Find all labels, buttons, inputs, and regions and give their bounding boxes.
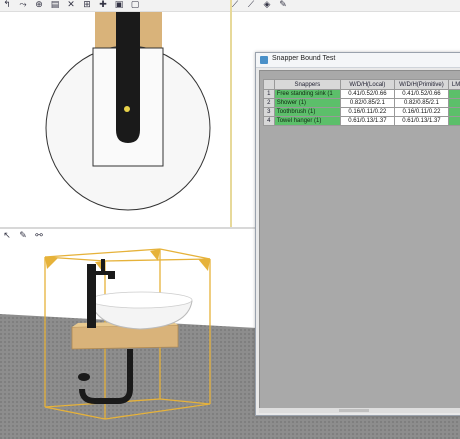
row-number[interactable]: 3 [263, 107, 275, 117]
top-toolbar-right: ⟋ ⟋ ◈ ✎ [228, 0, 460, 12]
bottom-toolbar: ↖ ✎ ⚯ [0, 231, 46, 242]
table-row[interactable]: 3 Toothbrush (1) 0.16/0.11/0.22 0.16/0.11/0… [263, 107, 460, 117]
info-icon[interactable]: ▢ [128, 0, 142, 11]
col-snappers[interactable]: Snappers [273, 79, 342, 90]
primitive-dims-cell[interactable]: 0.16/0.11/0.22 [393, 107, 450, 117]
dialog-title: Snapper Bound Test [272, 55, 336, 62]
lm-cell[interactable] [448, 98, 460, 108]
drain-cap [78, 373, 90, 381]
horizontal-scrollbar[interactable] [259, 408, 460, 413]
local-dims-cell[interactable]: 0.41/0.52/0.66 [340, 89, 395, 99]
lm-cell[interactable] [448, 116, 460, 126]
local-dims-cell[interactable]: 0.16/0.11/0.22 [340, 107, 395, 117]
snapper-name-cell[interactable]: Free standing sink (1 [273, 89, 342, 99]
snapper-name-cell[interactable]: Shower (1) [273, 98, 342, 108]
primitive-dims-cell[interactable]: 0.82/0.85/2.1 [393, 98, 450, 108]
undo-icon[interactable]: ▤ [48, 0, 62, 11]
row-number[interactable]: 2 [263, 98, 275, 108]
snap-icon[interactable]: ⊕ [32, 0, 46, 11]
table-body: 1 Free standing sink (1 0.41/0.52/0.66 0.41… [263, 89, 460, 126]
cursor-icon[interactable]: ↖ [0, 231, 14, 242]
faucet-handle [101, 259, 105, 273]
snapper-name-cell[interactable]: Towel hanger (1) [273, 116, 342, 126]
snapper-name-cell[interactable]: Toothbrush (1) [273, 107, 342, 117]
dialog-titlebar[interactable]: Snapper Bound Test [256, 53, 460, 68]
row-number[interactable]: 4 [263, 116, 275, 126]
lm-cell[interactable] [448, 89, 460, 99]
move-icon[interactable]: ↰ [0, 0, 14, 11]
link-icon[interactable]: ⤳ [16, 0, 30, 11]
add-icon[interactable]: ✚ [96, 0, 110, 11]
table-row[interactable]: 4 Towel hanger (1) 0.61/0.13/1.37 0.61/0.13… [263, 116, 460, 126]
dialog-grid-area[interactable]: Snappers W/D/H(Local) W/D/H(Primitive) L… [259, 70, 460, 410]
local-dims-cell[interactable]: 0.61/0.13/1.37 [340, 116, 395, 126]
grid-icon[interactable]: ⊞ [80, 0, 94, 11]
faucet-marker [124, 106, 130, 112]
primitive-dims-cell[interactable]: 0.61/0.13/1.37 [393, 116, 450, 126]
wood-shelf [71, 324, 179, 350]
viewport-border-line [230, 0, 232, 228]
basin-rim [89, 291, 193, 309]
tool-b-icon[interactable]: ⟋ [244, 0, 258, 11]
tool-c-icon[interactable]: ◈ [260, 0, 274, 11]
layer-icon[interactable]: ▣ [112, 0, 126, 11]
primitive-dims-cell[interactable]: 0.41/0.52/0.66 [393, 89, 450, 99]
scroll-thumb[interactable] [339, 409, 369, 412]
delete-icon[interactable]: ✕ [64, 0, 78, 11]
table-row[interactable]: 1 Free standing sink (1 0.41/0.52/0.66 0.41… [263, 89, 460, 99]
corner-header [263, 79, 275, 90]
col-lm[interactable]: LM [448, 79, 460, 90]
local-dims-cell[interactable]: 0.82/0.85/2.1 [340, 98, 395, 108]
faucet-top [116, 8, 140, 143]
lm-cell[interactable] [448, 107, 460, 117]
col-local[interactable]: W/D/H(Local) [340, 79, 395, 90]
row-number[interactable]: 1 [263, 89, 275, 99]
top-toolbar: ↰ ⤳ ⊕ ▤ ✕ ⊞ ✚ ▣ ▢ [0, 0, 228, 12]
table-header-row: Snappers W/D/H(Local) W/D/H(Primitive) L… [263, 79, 460, 90]
table-row[interactable]: 2 Shower (1) 0.82/0.85/2.1 0.82/0.85/2.1 [263, 98, 460, 108]
chain-icon[interactable]: ⚯ [32, 231, 46, 242]
tool-d-icon[interactable]: ✎ [276, 0, 290, 11]
col-primitive[interactable]: W/D/H(Primitive) [393, 79, 450, 90]
snapper-table: Snappers W/D/H(Local) W/D/H(Primitive) L… [263, 79, 460, 126]
wand-icon[interactable]: ✎ [16, 231, 30, 242]
snapper-bound-test-window[interactable]: Snapper Bound Test Snappers W/D/H(Local)… [255, 52, 460, 416]
window-icon [260, 56, 268, 64]
